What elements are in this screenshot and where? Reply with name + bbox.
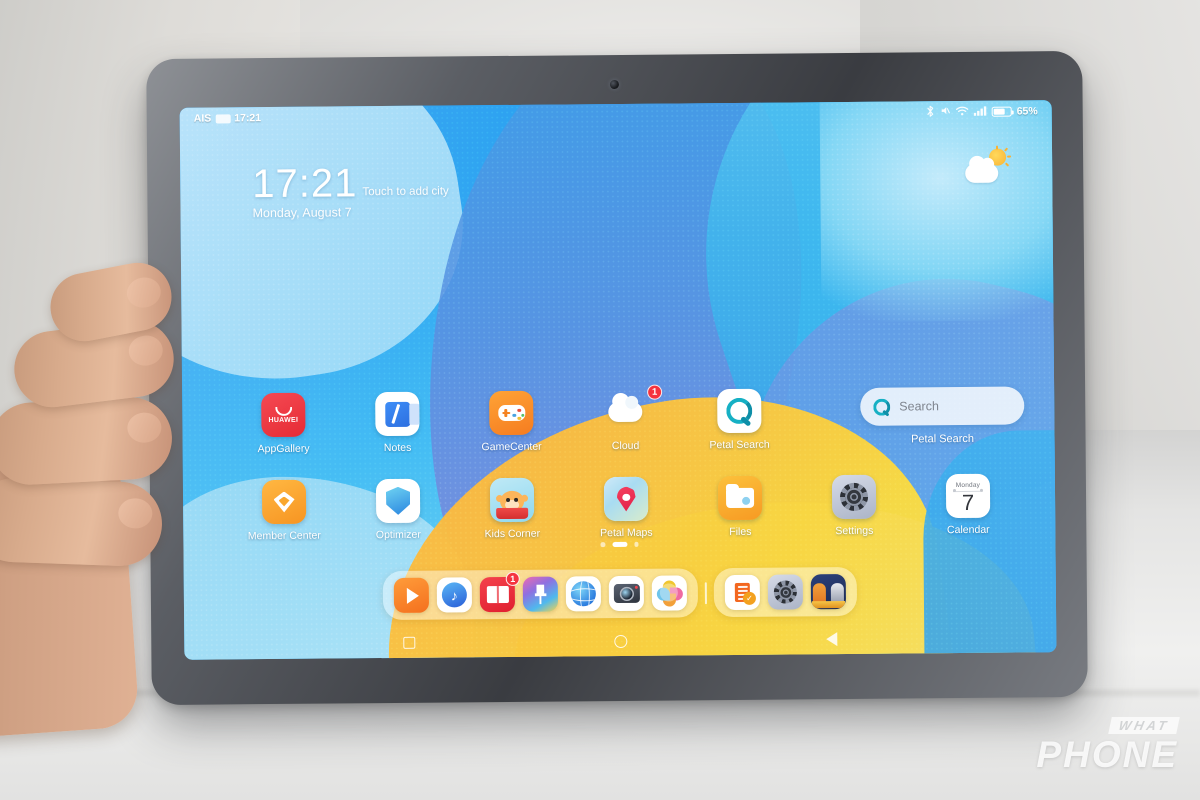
- document-checklist-icon[interactable]: ✓: [724, 574, 761, 611]
- search-input[interactable]: Search: [860, 386, 1025, 426]
- app-label: GameCenter: [481, 440, 542, 454]
- watermark: WHAT PHONE: [1036, 716, 1180, 775]
- app-row-2: Member Center Optimizer Kids Corner Peta…: [227, 473, 1032, 542]
- cloud-icon: [965, 163, 999, 183]
- app-petal-search[interactable]: Petal Search: [682, 388, 797, 451]
- status-time: 17:21: [234, 112, 262, 125]
- petal-search-logo-icon: [873, 398, 891, 416]
- app-label: Optimizer: [375, 528, 421, 542]
- appgallery-icon: HUAWEI: [261, 392, 306, 438]
- app-cloud[interactable]: 1 Cloud: [568, 384, 683, 453]
- page-dot-active[interactable]: [611, 541, 627, 548]
- member-center-icon: [261, 479, 307, 525]
- gear-icon[interactable]: [767, 574, 804, 610]
- app-label: Petal Search: [709, 438, 770, 452]
- weather-widget[interactable]: [962, 145, 1012, 185]
- paintbrush-icon[interactable]: [522, 576, 559, 612]
- clock-add-city-hint[interactable]: Touch to add city: [362, 185, 448, 202]
- video-play-icon[interactable]: [393, 577, 430, 613]
- page-dot[interactable]: [633, 542, 639, 547]
- clock-widget[interactable]: 17:21 Touch to add city Monday, August 7: [252, 161, 449, 221]
- app-label: Notes: [383, 441, 412, 455]
- dock: ♪ 1 ✓: [382, 566, 858, 621]
- front-camera-icon: [609, 79, 619, 90]
- search-widget[interactable]: Search Petal Search: [860, 386, 1025, 446]
- square-icon: [403, 636, 416, 649]
- notes-icon: [375, 391, 420, 437]
- calendar-day-of-week: Monday: [955, 482, 981, 490]
- petal-search-icon: [717, 388, 762, 434]
- recents-button[interactable]: [403, 636, 416, 649]
- app-label: AppGallery: [257, 442, 310, 456]
- gallery-flower-icon[interactable]: [651, 575, 688, 611]
- gear-icon: [831, 474, 877, 520]
- app-petal-maps[interactable]: Petal Maps: [569, 476, 684, 539]
- watermark-line-1: WHAT: [1108, 716, 1180, 734]
- clock-date: Monday, August 7: [252, 205, 352, 221]
- app-label: Petal Maps: [600, 526, 653, 540]
- anime-game-icon[interactable]: [810, 574, 847, 610]
- app-gamecenter[interactable]: GameCenter: [454, 390, 569, 453]
- app-appgallery[interactable]: HUAWEI AppGallery: [226, 392, 341, 455]
- app-label: Cloud: [611, 439, 640, 453]
- back-button[interactable]: [825, 632, 837, 647]
- clock-time: 17:21: [252, 161, 358, 207]
- kids-corner-icon: [489, 477, 535, 523]
- vibrate-icon: [940, 105, 951, 119]
- app-files[interactable]: Files: [683, 475, 798, 538]
- status-carrier: AIS: [193, 112, 212, 125]
- search-placeholder: Search: [899, 399, 939, 414]
- app-calendar[interactable]: Monday 7 Calendar: [911, 473, 1026, 536]
- calendar-icon: Monday 7: [945, 473, 991, 519]
- app-label: Member Center: [247, 529, 321, 543]
- watermark-line-2: PHONE: [1036, 733, 1178, 775]
- app-label: Calendar: [946, 523, 990, 537]
- petal-maps-icon: [603, 476, 649, 522]
- files-icon: [717, 475, 763, 521]
- dock-favorites-tray: ♪ 1: [382, 568, 699, 621]
- home-button[interactable]: [614, 634, 628, 648]
- battery-percent: 65%: [1016, 105, 1038, 118]
- camera-icon[interactable]: [608, 575, 645, 612]
- appgallery-brand-text: HUAWEI: [268, 416, 299, 424]
- app-settings[interactable]: Settings: [797, 474, 912, 537]
- gamecenter-icon: [489, 390, 534, 436]
- circle-icon: [614, 634, 628, 648]
- notification-badge: 1: [505, 571, 520, 586]
- search-widget-label: Petal Search: [910, 432, 975, 446]
- signal-icon: [973, 105, 987, 118]
- tablet-device: AIS 17:21 65% 17:21 Touch to add city Mo…: [146, 50, 1088, 706]
- app-label: Files: [729, 525, 752, 539]
- notification-badge: 1: [647, 384, 663, 400]
- dock-separator: [704, 581, 707, 604]
- calendar-day-number: 7: [961, 489, 975, 515]
- app-label: Settings: [835, 524, 874, 538]
- app-optimizer[interactable]: Optimizer: [341, 478, 456, 541]
- app-label: Kids Corner: [484, 527, 541, 541]
- page-dot[interactable]: [600, 542, 605, 547]
- music-note-icon[interactable]: ♪: [436, 577, 473, 613]
- dock-recents-tray: ✓: [713, 566, 858, 618]
- app-kids-corner[interactable]: Kids Corner: [455, 477, 570, 540]
- app-member-center[interactable]: Member Center: [227, 479, 342, 542]
- wifi-icon: [955, 105, 969, 118]
- battery-icon: [991, 106, 1012, 117]
- cloud-icon: [603, 390, 647, 434]
- open-book-icon[interactable]: 1: [479, 571, 520, 613]
- triangle-left-icon: [825, 632, 837, 647]
- tablet-screen[interactable]: AIS 17:21 65% 17:21 Touch to add city Mo…: [179, 100, 1057, 660]
- sim-card-icon: [215, 113, 231, 123]
- bluetooth-icon: [926, 105, 935, 120]
- optimizer-icon: [375, 478, 421, 524]
- globe-icon[interactable]: [565, 576, 602, 612]
- app-notes[interactable]: Notes: [340, 391, 455, 454]
